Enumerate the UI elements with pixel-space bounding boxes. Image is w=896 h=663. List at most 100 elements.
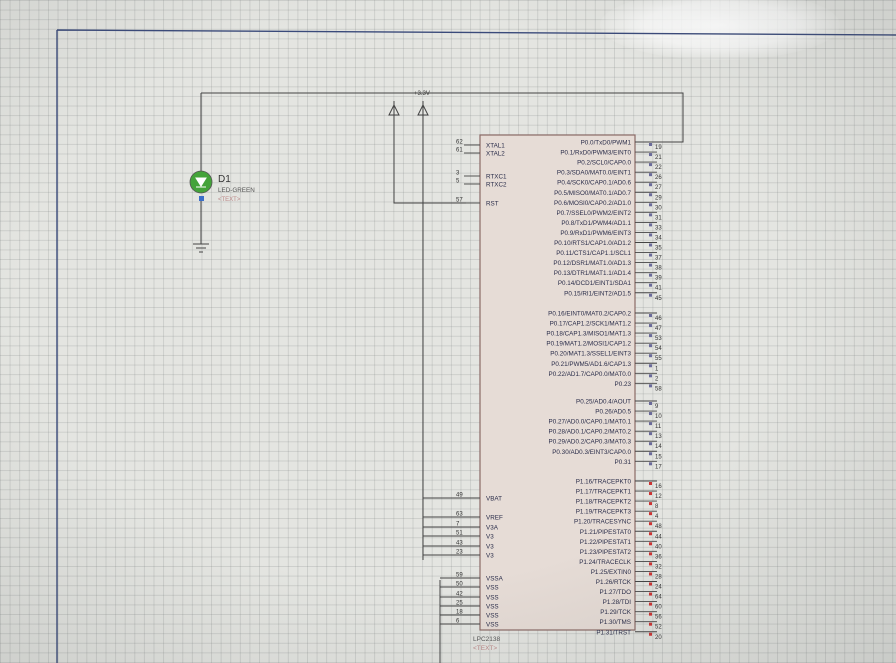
pin-number: 20 [655,635,662,641]
pin-number: 27 [655,185,662,191]
pin-state-marker [649,542,652,546]
pin-state-marker [649,532,652,536]
pin-number: 56 [655,615,662,621]
pin-number: 57 [456,198,463,204]
pin-label: P0.30/AD0.3/EINT3/CAP0.0 [552,449,631,456]
pin-label: RTXC1 [486,174,507,181]
pin-number: 61 [456,148,463,154]
pin-number: 63 [456,512,463,518]
pin-label: VSS [486,613,499,620]
pin-number: 31 [655,215,662,221]
pin-label: V3 [486,534,494,541]
power-terminal-1[interactable] [388,101,400,116]
pin-number: 36 [655,554,662,560]
pin-label: P0.20/MAT1.3/SSEL1/EINT3 [550,351,631,358]
pin-number: 5 [456,179,460,185]
pin-state-marker [649,263,652,267]
pin-number: 34 [655,235,662,241]
pin-number: 54 [655,346,662,352]
pin-label: P0.3/SDA0/MAT0.0/EINT1 [557,170,632,177]
pin-state-marker [649,203,652,207]
pin-label: VREF [486,515,503,522]
pin-number: 12 [655,494,662,500]
schematic-canvas[interactable]: +3.3V D1 LED-GREEN <TEXT> LPC2138 <TEXT>… [0,0,896,663]
pin-number: 52 [655,625,662,631]
pin-number: 38 [655,266,662,272]
pin-number: 43 [456,541,463,547]
pin-label: P0.2/SCL0/CAP0.0 [577,160,631,167]
pin-number: 9 [655,404,659,410]
pin-state-marker [649,213,652,217]
pin-label: VSS [486,622,499,629]
led-value: LED-GREEN [218,187,255,194]
pin-number: 33 [655,225,662,231]
pin-number: 46 [655,316,662,322]
led-d1[interactable] [189,170,213,201]
pin-label: P1.18/TRACEPKT2 [576,499,632,506]
pin-label: P1.30/TMS [600,619,632,626]
chip-text-placeholder: <TEXT> [473,645,497,652]
pin-label: P1.16/TRACEPKT0 [576,479,632,486]
sheet-frame [56,29,896,663]
pin-number: 8 [655,504,659,510]
pin-label: P1.23/PIPESTAT2 [580,549,632,556]
pin-label: P1.22/PIPESTAT1 [580,539,632,546]
pin-label: P0.28/AD0.1/CAP0.2/MAT0.2 [549,429,632,436]
pin-state-marker [649,314,652,317]
pin-number: 14 [655,444,662,450]
pin-label: P0.21/PWM5/AD1.6/CAP1.3 [551,361,631,368]
pin-state-marker [649,622,652,626]
pin-state-marker [649,632,652,636]
pin-label: P0.5/MISO0/MAT0.1/AD0.7 [554,190,631,197]
pin-number: 10 [655,414,662,420]
pin-label: P1.29/TCK [600,609,632,616]
pin-label: P0.23 [615,381,632,388]
pin-number: 47 [655,326,662,332]
pin-state-marker [649,502,652,506]
pin-label: P0.27/AD0.0/CAP0.1/MAT0.1 [549,419,632,426]
pin-state-marker [649,522,652,526]
pin-number: 28 [655,574,662,580]
pin-label: P0.11/CTS1/CAP1.1/SCL1 [556,250,631,257]
pin-label: P1.19/TRACEPKT3 [576,509,632,516]
pin-label: P0.13/DTR1/MAT1.1/AD1.4 [554,270,632,277]
pin-state-marker [649,492,652,496]
pin-label: P0.17/CAP1.2/SCK1/MAT1.2 [550,321,632,328]
pin-state-marker [649,364,652,368]
pin-label: P0.19/MAT1.2/MOSI1/CAP1.2 [546,341,631,348]
pin-number: 16 [655,484,662,490]
pin-label: XTAL1 [486,143,505,150]
pin-label: P0.14/DCD1/EINT1/SDA1 [558,280,632,287]
pin-state-marker [649,552,652,556]
pin-right-20[interactable]: 20 P1.31/TRST [596,629,662,641]
pin-state-marker [649,153,652,157]
pin-state-marker [649,233,652,237]
pin-number: 13 [655,434,662,440]
led-pin-marker [199,196,204,201]
power-terminal-2[interactable] [417,101,429,116]
pin-label: P1.31/TRST [596,629,631,636]
pin-label: RST [486,201,499,208]
pin-label: VBAT [486,496,502,503]
pin-label: VSSA [486,576,504,583]
pin-number: 29 [655,195,662,201]
pin-label: P1.26/RTCK [596,579,632,586]
pin-label: P1.24/TRACECLK [579,559,632,566]
pin-label: V3 [486,553,494,560]
pin-state-marker [649,143,652,146]
pin-label: VSS [486,585,499,592]
pin-number: 49 [456,493,463,499]
schematic-drawing[interactable]: +3.3V D1 LED-GREEN <TEXT> LPC2138 <TEXT>… [0,0,896,663]
pin-label: P0.31 [615,459,632,466]
pin-number: 37 [655,256,662,262]
pin-state-marker [649,612,652,616]
pin-state-marker [649,183,652,187]
pin-state-marker [649,253,652,257]
pin-label: P0.10/RTS1/CAP1.0/AD1.2 [554,240,631,247]
pin-label: P1.28/TDI [603,599,632,606]
pin-state-marker [649,344,652,348]
pin-state-marker [649,582,652,586]
pin-number: 1 [655,366,659,372]
pin-label: V3 [486,544,494,551]
pin-label: P1.21/PIPESTAT0 [580,529,632,536]
